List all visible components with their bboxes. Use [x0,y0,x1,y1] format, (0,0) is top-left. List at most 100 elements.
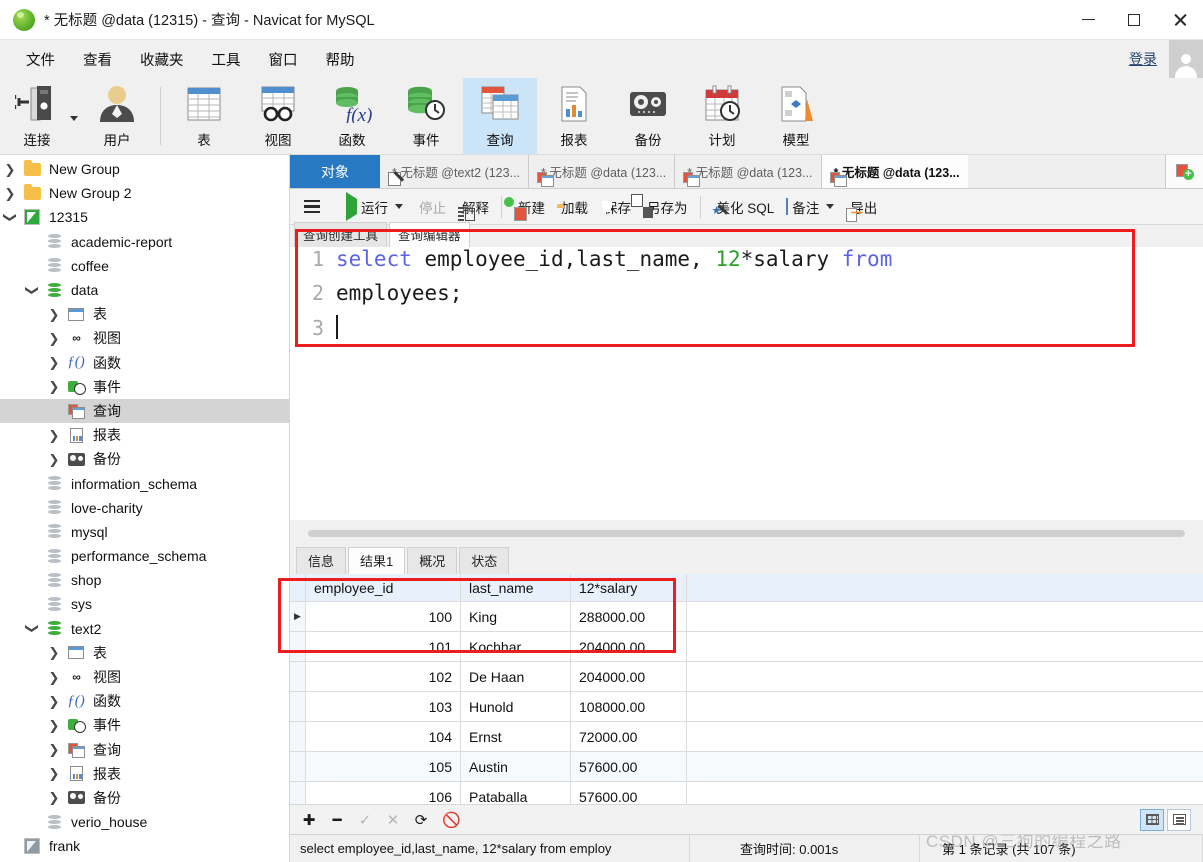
row-selector[interactable] [290,782,306,804]
query-button-save-as[interactable]: 另存为 [637,193,694,221]
form-view-icon[interactable] [1167,808,1191,831]
chevron-down-icon[interactable] [395,204,403,209]
refresh-icon[interactable]: ⟳ [414,811,428,829]
toolbar-button-schedule[interactable]: 计划 [685,78,759,154]
document-tab-2[interactable]: * 无标题 @data (123... [675,155,822,188]
chevron-right-icon[interactable]: ❯ [44,429,64,442]
column-header-12salary[interactable]: 12*salary [571,574,687,602]
row-selector[interactable] [290,752,306,782]
chevron-down-icon[interactable] [70,115,78,121]
cell-12salary[interactable]: 288000.00 [571,602,687,632]
cell-12salary[interactable]: 204000.00 [571,662,687,692]
chevron-right-icon[interactable]: ❯ [44,356,64,369]
chevron-right-icon[interactable]: ❯ [44,695,64,708]
tree-node-localhost_3306-29[interactable]: localhost_3306 [0,858,289,862]
code-text[interactable]: select employee_id,last_name, 12*salary … [336,247,892,271]
tree-node-mysql-15[interactable]: mysql [0,520,289,544]
cancel-icon[interactable]: ✕ [386,811,400,829]
tree-node-item-10[interactable]: 查询 [0,398,289,424]
query-button-explain[interactable]: 解释 [452,193,495,221]
toolbar-button-view[interactable]: 视图 [241,78,315,154]
cell-employee_id[interactable]: 101 [306,632,461,662]
table-row[interactable]: 103 Hunold 108000.00 [290,692,1203,722]
delete-row-icon[interactable]: ━ [330,811,344,829]
tree-node-item-9[interactable]: ❯ 事件 [0,375,289,399]
cell-employee_id[interactable]: 106 [306,782,461,804]
toolbar-button-model[interactable]: 模型 [759,78,833,154]
cell-last_name[interactable]: King [461,602,571,632]
object-tree-sidebar[interactable]: ❯ New Group ❯ New Group 2 ❯ 12315 academic-rep… [0,155,290,862]
tree-node-NewGroup-0[interactable]: ❯ New Group [0,157,289,181]
new-query-tab-button[interactable]: + [1165,155,1203,188]
cell-last_name[interactable]: Hunold [461,692,571,722]
tree-node-academic-report-3[interactable]: academic-report [0,230,289,254]
minimize-button[interactable] [1065,0,1111,40]
chevron-right-icon[interactable]: ❯ [44,767,64,780]
result-tab-2[interactable]: 概况 [407,547,458,574]
cell-last_name[interactable]: Ernst [461,722,571,752]
column-header-employee_id[interactable]: employee_id [306,574,461,602]
toolbar-button-user[interactable]: 用户 [80,78,154,154]
tree-node-item-8[interactable]: ❯ ƒ() 函数 [0,351,289,375]
menu-item-tools[interactable]: 工具 [198,45,255,74]
table-row[interactable]: 106 Pataballa 57600.00 [290,782,1203,804]
tree-node-text2-19[interactable]: ❯ text2 [0,617,289,641]
cell-employee_id[interactable]: 105 [306,752,461,782]
chevron-right-icon[interactable]: ❯ [0,187,20,200]
cell-employee_id[interactable]: 102 [306,662,461,692]
tree-node-love-charity-14[interactable]: love-charity [0,496,289,520]
cell-12salary[interactable]: 57600.00 [571,752,687,782]
cell-12salary[interactable]: 108000.00 [571,692,687,722]
chevron-down-icon[interactable]: ❯ [22,622,42,635]
sql-code-area[interactable]: 1 select employee_id,last_name, 12*salary… [290,247,1203,520]
chevron-right-icon[interactable]: ❯ [44,308,64,321]
toolbar-button-table[interactable]: 表 [167,78,241,154]
tree-node-item-21[interactable]: ❯ ∞ 视图 [0,665,289,689]
chevron-right-icon[interactable]: ❯ [44,719,64,732]
row-selector[interactable] [290,722,306,752]
add-row-icon[interactable]: ✚ [302,811,316,829]
cell-last_name[interactable]: De Haan [461,662,571,692]
chevron-right-icon[interactable]: ❯ [0,163,20,176]
tree-node-information_schema-13[interactable]: information_schema [0,471,289,495]
code-text[interactable] [336,315,338,340]
maximize-button[interactable] [1111,0,1157,40]
tree-node-item-11[interactable]: ❯ 报表 [0,423,289,447]
code-text[interactable]: employees; [336,281,462,305]
chevron-down-icon[interactable] [826,204,835,209]
document-tab-3[interactable]: * 无标题 @data (123... [821,155,968,188]
cell-12salary[interactable]: 204000.00 [571,632,687,662]
chevron-right-icon[interactable]: ❯ [44,646,64,659]
document-tab-1[interactable]: * 无标题 @data (123... [529,155,676,188]
chevron-down-icon[interactable]: ❯ [22,284,42,297]
menu-item-view[interactable]: 查看 [69,45,126,74]
apply-icon[interactable]: ✓ [358,811,372,829]
result-tab-0[interactable]: 信息 [296,547,347,574]
cell-last_name[interactable]: Pataballa [461,782,571,804]
menu-item-window[interactable]: 窗口 [255,45,312,74]
editor-subtab-1[interactable]: 查询编辑器 [389,222,470,247]
cell-employee_id[interactable]: 103 [306,692,461,722]
tab-objects[interactable]: 对象 [290,155,380,188]
toolbar-button-query[interactable]: 查询 [463,78,537,154]
query-button-new[interactable]: 新建 [508,193,551,221]
tree-node-12315-2[interactable]: ❯ 12315 [0,205,289,229]
table-row[interactable]: 102 De Haan 204000.00 [290,662,1203,692]
tree-node-frank-28[interactable]: frank [0,834,289,858]
tree-node-coffee-4[interactable]: coffee [0,254,289,278]
tree-node-shop-17[interactable]: shop [0,568,289,592]
tree-node-sys-18[interactable]: sys [0,592,289,616]
editor-subtab-0[interactable]: 查询创建工具 [294,222,388,247]
editor-horizontal-scrollbar[interactable] [308,530,1185,537]
tree-node-item-6[interactable]: ❯ 表 [0,302,289,326]
grid-view-icon[interactable] [1140,808,1164,831]
row-selector[interactable] [290,632,306,662]
hamburger-icon[interactable] [296,194,328,220]
cell-employee_id[interactable]: 100 [306,602,461,632]
query-button-export[interactable]: 导出 [840,193,883,221]
close-button[interactable] [1157,0,1203,40]
result-grid[interactable]: employee_id last_name 12*salary ▶ 100 King 288… [290,574,1203,804]
result-tab-1[interactable]: 结果1 [348,547,406,574]
chevron-down-icon[interactable]: ❯ [0,211,20,224]
column-header-last_name[interactable]: last_name [461,574,571,602]
